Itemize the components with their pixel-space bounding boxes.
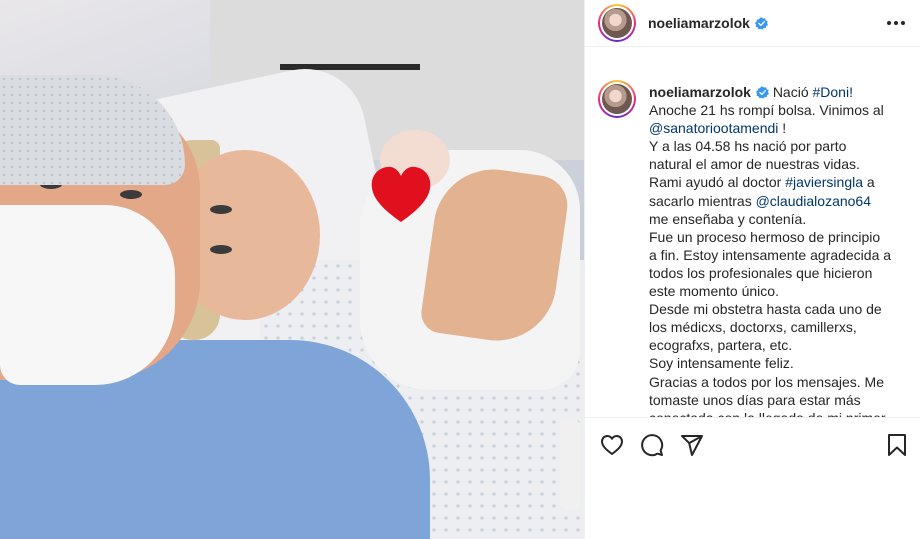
heart-sticker-icon bbox=[371, 166, 431, 222]
author-avatar[interactable] bbox=[598, 4, 636, 42]
action-bar bbox=[585, 417, 920, 471]
post-image[interactable] bbox=[0, 0, 584, 539]
caption-line: me enseñaba y contenía. bbox=[649, 210, 807, 227]
caption-text-segment: Rami ayudó al doctor bbox=[649, 174, 786, 191]
caption-line: conectada con la llegada de mi primer bbox=[649, 409, 905, 417]
caption-line: a fin. Estoy intensamente agradecida a bbox=[649, 246, 892, 263]
caption-line: Rami ayudó al doctor #javiersingla a bbox=[649, 173, 905, 191]
verified-badge-icon bbox=[754, 17, 768, 30]
post-sidebar: noeliamarzolok noeliamarzolok Nació #Don… bbox=[584, 0, 920, 539]
caption-line: Desde mi obstetra hasta cada uno de bbox=[649, 301, 882, 318]
caption-text-segment: Nació bbox=[772, 84, 813, 100]
caption-avatar[interactable] bbox=[598, 80, 636, 118]
caption-line: sacarlo mientras @claudialozano64 bbox=[649, 192, 905, 210]
hashtag-link[interactable]: #Doni! bbox=[813, 84, 853, 100]
caption-line: Fue un proceso hermoso de principio bbox=[649, 228, 881, 245]
post-header: noeliamarzolok bbox=[585, 0, 920, 47]
author-username[interactable]: noeliamarzolok bbox=[648, 15, 768, 31]
author-username-text[interactable]: noeliamarzolok bbox=[648, 15, 750, 31]
caption-text-segment: sacarlo mientras bbox=[649, 192, 756, 209]
paper-plane-icon[interactable] bbox=[680, 433, 704, 457]
verified-badge-icon bbox=[755, 86, 769, 99]
caption-text: noeliamarzolok Nació #Doni! Anoche 21 hs… bbox=[649, 83, 905, 417]
caption-text-segment: a bbox=[863, 174, 875, 191]
caption-line: @sanatoriootamendi ! bbox=[649, 119, 905, 137]
face-mask bbox=[0, 205, 175, 385]
mention-link[interactable]: @sanatoriootamendi bbox=[649, 120, 778, 136]
chair-in-background bbox=[280, 0, 420, 70]
caption-line: los médicxs, doctorxs, camillerxs, bbox=[649, 319, 857, 336]
hashtag-link[interactable]: #javiersingla bbox=[785, 174, 863, 190]
heart-icon[interactable] bbox=[600, 433, 624, 457]
caption-line: natural el amor de nuestras vidas. bbox=[649, 156, 860, 173]
comment-icon[interactable] bbox=[640, 433, 664, 457]
caption-text-segment: ! bbox=[778, 120, 787, 137]
comments-area[interactable]: noeliamarzolok Nació #Doni! Anoche 21 hs… bbox=[585, 59, 920, 417]
caption-row: noeliamarzolok Nació #Doni! Anoche 21 hs… bbox=[598, 59, 905, 417]
caption-line: este momento único. bbox=[649, 283, 779, 300]
bookmark-icon[interactable] bbox=[885, 433, 909, 457]
caption-line: todos los profesionales que hicieron bbox=[649, 264, 873, 281]
caption-line: Soy intensamente feliz. bbox=[649, 355, 794, 372]
caption-line: tomaste unos días para estar más bbox=[649, 391, 861, 408]
caption-line: Y a las 04.58 hs nació por parto bbox=[649, 138, 847, 155]
surgical-cap bbox=[0, 75, 185, 185]
caption-line: Gracias a todos por los mensajes. Me bbox=[649, 373, 884, 390]
caption-username[interactable]: noeliamarzolok bbox=[649, 84, 751, 100]
caption-line: noeliamarzolok Nació #Doni! bbox=[649, 83, 905, 101]
caption-line: ecografxs, partera, etc. bbox=[649, 337, 793, 354]
caption-line: Anoche 21 hs rompí bolsa. Vinimos al bbox=[649, 102, 884, 119]
iv-drip bbox=[560, 420, 580, 510]
more-options-icon[interactable] bbox=[884, 11, 908, 35]
mention-link[interactable]: @claudialozano64 bbox=[756, 193, 871, 209]
